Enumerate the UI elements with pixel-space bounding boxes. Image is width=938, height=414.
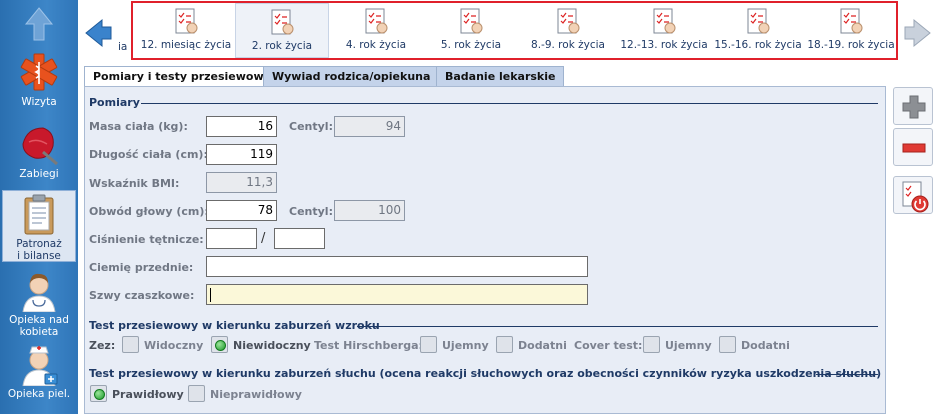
- sidebar-item-label: Opieka nad kobieta: [9, 314, 69, 338]
- hirschberg-label: Test Hirschberga:: [314, 339, 423, 352]
- hirschberg-ujemny-label: Ujemny: [442, 339, 489, 352]
- sluch-nieprawidlowy-label: Nieprawidłowy: [210, 388, 302, 401]
- sidebar-item-opieka-nad-kobieta[interactable]: Opieka nad kobieta: [2, 268, 76, 338]
- zez-niewidoczny-label: Niewidoczny: [233, 339, 311, 352]
- szwy-label: Szwy czaszkowe:: [89, 289, 195, 302]
- sidebar-item-label: Zabiegi: [19, 168, 59, 180]
- cisnienie-label: Ciśnienie tętnicze:: [89, 233, 204, 246]
- remove-button[interactable]: [893, 128, 933, 166]
- minus-icon: [902, 143, 926, 153]
- cisnienie-skurczowe-input[interactable]: [206, 228, 257, 249]
- arrow-right-icon[interactable]: [904, 18, 932, 48]
- cover-ujemny-checkbox[interactable]: [643, 336, 660, 353]
- section-divider: [357, 326, 878, 327]
- ciemie-input[interactable]: [206, 256, 588, 277]
- obwod-centyl-label: Centyl:: [289, 205, 333, 218]
- close-document-button[interactable]: [893, 176, 933, 214]
- sidebar-item-zabiegi[interactable]: Zabiegi: [2, 122, 76, 182]
- cover-dodatni-label: Dodatni: [741, 339, 790, 352]
- highlight-frame: [131, 1, 898, 60]
- text-cursor: [210, 287, 211, 302]
- sidebar-item-wizyta[interactable]: Wizyta: [2, 50, 76, 112]
- hirschberg-dodatni-checkbox[interactable]: [496, 336, 513, 353]
- zez-widoczny-label: Widoczny: [144, 339, 204, 352]
- section-title-wzrok: Test przesiewowy w kierunku zaburzeń wzr…: [89, 319, 380, 332]
- tab-wywiad[interactable]: Wywiad rodzica/opiekuna: [263, 66, 440, 86]
- sluch-prawidlowy-checkbox[interactable]: [90, 385, 107, 402]
- plus-icon: [902, 95, 926, 119]
- obwod-label: Obwód głowy (cm):: [89, 205, 209, 218]
- masa-label: Masa ciała (kg):: [89, 120, 188, 133]
- section-divider: [816, 374, 878, 375]
- doctor-icon: [17, 268, 61, 313]
- obwod-centyl-field: 100: [334, 200, 405, 221]
- dlugosc-input[interactable]: 119: [206, 144, 277, 165]
- arrow-left-icon[interactable]: [84, 18, 112, 48]
- section-title-sluch: Test przesiewowy w kierunku zaburzeń słu…: [89, 367, 882, 380]
- cover-dodatni-checkbox[interactable]: [719, 336, 736, 353]
- sidebar-item-opieka-piel[interactable]: Opieka piel.: [2, 342, 76, 408]
- sidebar-item-patronaz[interactable]: Patronaż i bilanse: [2, 190, 76, 262]
- sidebar: Wizyta Zabiegi Patronaż i bilanse Opieka…: [0, 0, 78, 414]
- masa-centyl-field: 94: [334, 116, 405, 137]
- section-divider: [141, 103, 878, 104]
- szwy-input[interactable]: [206, 284, 588, 305]
- cisnienie-rozkurczowe-input[interactable]: [274, 228, 325, 249]
- bmi-label: Wskaźnik BMI:: [89, 177, 180, 190]
- obwod-input[interactable]: 78: [206, 200, 277, 221]
- cover-ujemny-label: Ujemny: [665, 339, 712, 352]
- masa-input[interactable]: 16: [206, 116, 277, 137]
- hirschberg-dodatni-label: Dodatni: [518, 339, 567, 352]
- clipboard-icon: [17, 192, 61, 236]
- hirschberg-ujemny-checkbox[interactable]: [420, 336, 437, 353]
- dlugosc-label: Długość ciała (cm):: [89, 148, 208, 161]
- sidebar-item-label: Patronaż i bilanse: [16, 238, 62, 262]
- cisnienie-separator: /: [261, 231, 266, 246]
- ciemie-label: Ciemię przednie:: [89, 261, 194, 274]
- bmi-field: 11,3: [206, 172, 277, 193]
- tab-badanie[interactable]: Badanie lekarskie: [436, 66, 565, 86]
- cover-test-label: Cover test:: [574, 339, 643, 352]
- zez-niewidoczny-checkbox[interactable]: [211, 336, 228, 353]
- zez-label: Zez:: [89, 339, 116, 352]
- leaf-icon: [17, 122, 61, 166]
- arrow-up-icon[interactable]: [24, 6, 54, 42]
- period-tab-partial-label: ia: [118, 41, 128, 53]
- sidebar-item-label: Opieka piel.: [7, 388, 71, 400]
- nurse-icon: [17, 342, 61, 387]
- star-of-life-icon: [17, 50, 61, 94]
- sluch-nieprawidlowy-checkbox[interactable]: [188, 385, 205, 402]
- zez-widoczny-checkbox[interactable]: [122, 336, 139, 353]
- document-power-icon: [902, 181, 929, 213]
- sluch-prawidlowy-label: Prawidłowy: [112, 388, 184, 401]
- form-panel: Pomiary Masa ciała (kg): 16 Centyl: 94 D…: [84, 86, 886, 414]
- add-button[interactable]: [893, 87, 933, 125]
- sidebar-item-label: Wizyta: [21, 96, 57, 108]
- tab-pomiary[interactable]: Pomiary i testy przesiewowe: [84, 66, 281, 87]
- section-title-pomiary: Pomiary: [89, 96, 140, 109]
- masa-centyl-label: Centyl:: [289, 120, 333, 133]
